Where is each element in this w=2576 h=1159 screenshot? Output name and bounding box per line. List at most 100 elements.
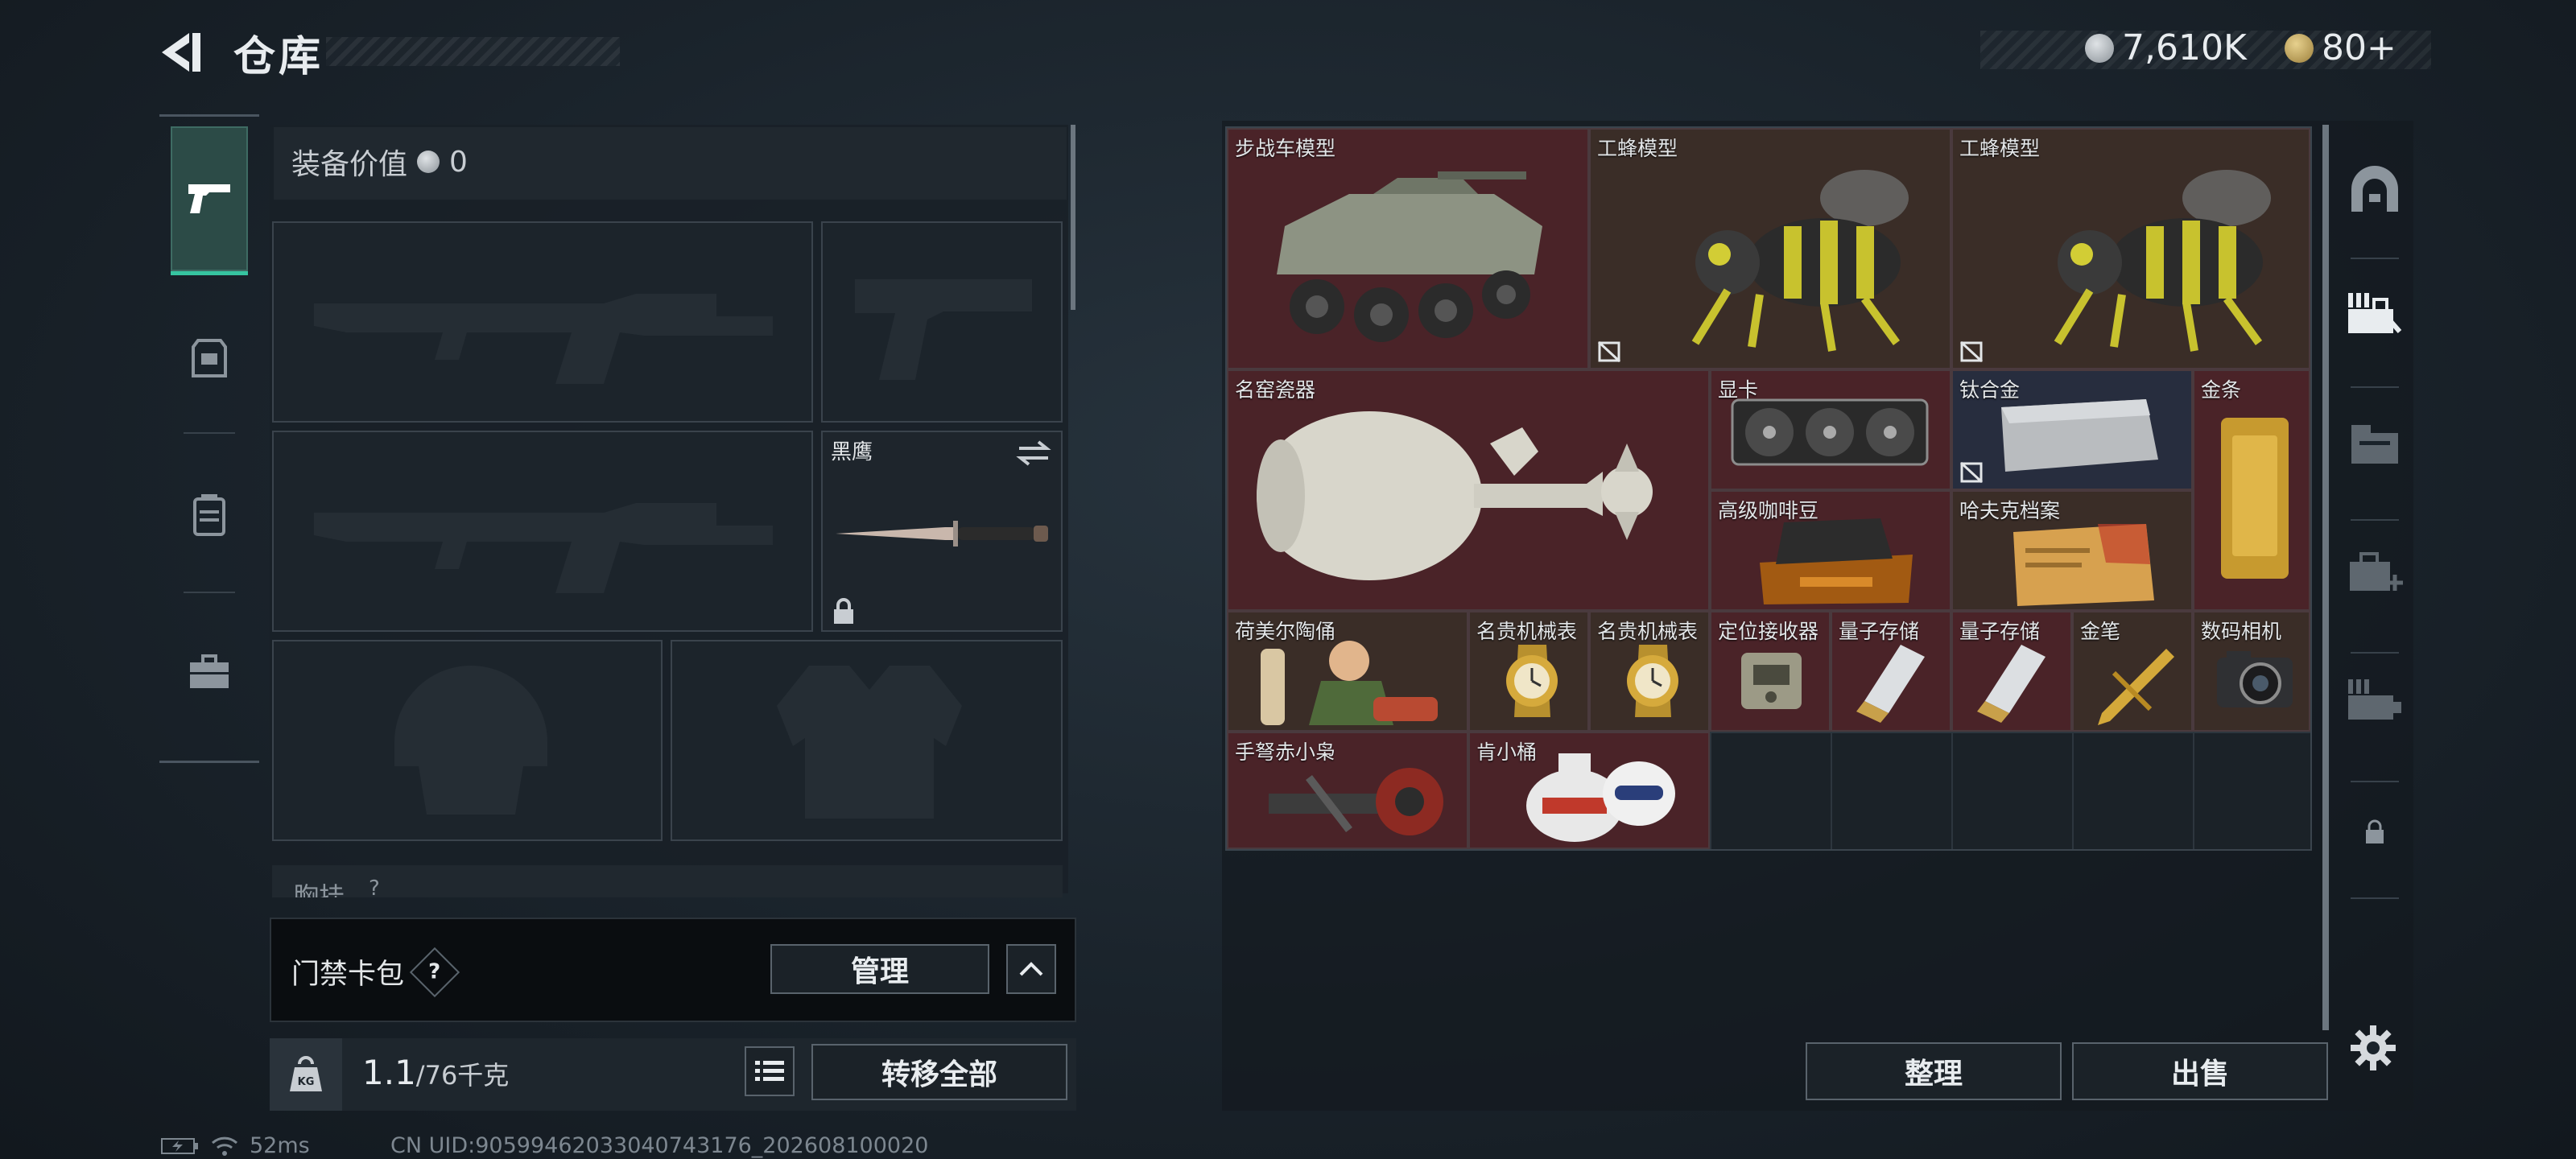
ping-text: 52ms — [250, 1133, 310, 1158]
equipment-value-amount: 0 — [449, 145, 468, 179]
storage-tab-3[interactable] — [2343, 419, 2407, 467]
gps-receiver-image — [1741, 653, 1802, 709]
collapse-button[interactable] — [1006, 944, 1056, 994]
vest-silhouette-icon — [777, 666, 962, 819]
locked-storage-tab[interactable] — [2343, 819, 2407, 845]
silver-amount: 7,610K — [2122, 27, 2247, 68]
bee-drone-model-image — [1691, 170, 1909, 352]
item-name: 金条 — [2201, 378, 2242, 402]
transfer-all-button[interactable]: 转移全部 — [811, 1044, 1067, 1100]
quantum-storage-image — [1977, 645, 2046, 723]
sidearm-slot[interactable] — [821, 221, 1063, 423]
grid-item[interactable]: 手弩赤小枭 — [1227, 732, 1468, 849]
watch-image — [1506, 645, 1558, 717]
gold-currency[interactable]: 80+ — [2285, 27, 2396, 68]
haavk-dossier-image — [2013, 524, 2154, 606]
chest-rig-count: ? — [369, 876, 380, 897]
gold-amount: 80+ — [2322, 27, 2396, 68]
title-decoration — [326, 37, 620, 66]
tab-backpack[interactable] — [171, 443, 248, 588]
manage-button[interactable]: 管理 — [770, 944, 989, 994]
list-icon — [755, 1061, 784, 1081]
grid-item[interactable]: 钛合金 — [1951, 369, 2193, 490]
grid-item[interactable]: 金笔 — [2072, 611, 2193, 732]
titanium-ingot-image — [2001, 399, 2158, 472]
rifle-silhouette-icon — [314, 503, 773, 593]
equipment-scrollbar[interactable] — [1071, 125, 1075, 310]
equipment-tabs — [159, 117, 259, 765]
digital-camera-image — [2217, 651, 2293, 707]
swap-icon[interactable] — [1016, 439, 1051, 468]
primary-weapon-slot[interactable] — [272, 221, 813, 423]
sort-button[interactable]: 整理 — [1806, 1042, 2062, 1100]
grid-item[interactable]: 工蜂模型 — [1951, 128, 2310, 369]
bee-drone-model-image — [2054, 170, 2271, 352]
battery-icon — [161, 1137, 198, 1154]
porcelain-vase-image — [1257, 411, 1653, 580]
grid-item[interactable]: 肯小桶 — [1468, 732, 1710, 849]
grid-item[interactable]: 量子存储 — [1831, 611, 1951, 732]
list-view-button[interactable] — [745, 1046, 795, 1096]
chevron-up-icon — [1019, 962, 1043, 976]
weapon-case-icon — [2348, 293, 2402, 333]
no-trade-icon — [1959, 461, 1984, 484]
helmet-slot[interactable] — [272, 640, 663, 841]
quantum-storage-image — [1856, 645, 1925, 723]
chest-rig-slot[interactable]: 胸挂 ? — [272, 865, 1063, 897]
storage-tab-1[interactable] — [2343, 165, 2407, 213]
grid-item[interactable]: 步战车模型 — [1227, 128, 1589, 369]
grid-item[interactable]: 定位接收器 — [1710, 611, 1831, 732]
gold-coin-icon — [2285, 33, 2314, 63]
grid-item[interactable]: 工蜂模型 — [1589, 128, 1951, 369]
grid-item[interactable]: 哈夫克档案 — [1951, 490, 2193, 611]
tab-weapons[interactable] — [171, 126, 248, 275]
armor-icon — [192, 339, 227, 377]
tab-case[interactable] — [171, 600, 248, 744]
tab-helmet[interactable] — [171, 286, 248, 431]
storage-tab-5[interactable] — [2343, 676, 2407, 724]
storage-tab-2[interactable] — [2343, 290, 2407, 338]
tab-divider-bottom — [159, 761, 259, 763]
help-icon-label: ? — [428, 959, 441, 984]
silver-coin-icon — [417, 151, 440, 173]
item-name: 数码相机 — [2201, 620, 2282, 643]
silver-currency[interactable]: 7,610K — [2085, 27, 2247, 68]
grid-item[interactable]: 量子存储 — [1951, 611, 2072, 732]
help-icon[interactable]: ? — [409, 947, 460, 997]
gear-icon — [2351, 1025, 2396, 1070]
silver-coin-icon — [2085, 33, 2114, 63]
crossbow-image — [1269, 768, 1443, 835]
weight-current: 1.1 — [362, 1053, 416, 1092]
graphics-card-image — [1731, 398, 1929, 466]
weight-icon-box: KG — [270, 1038, 342, 1111]
grid-item[interactable]: 显卡 — [1710, 369, 1951, 490]
no-trade-icon — [1597, 340, 1621, 363]
wifi-icon — [211, 1136, 238, 1156]
grid-item[interactable]: 荷美尔陶俑 — [1227, 611, 1468, 732]
folder-case-icon — [2351, 425, 2398, 464]
knife-name: 黑鹰 — [831, 440, 873, 464]
grid-item[interactable]: 名贵机械表 — [1468, 611, 1589, 732]
rifle-silhouette-icon — [314, 294, 773, 384]
grid-item[interactable]: 数码相机 — [2193, 611, 2310, 732]
grid-item[interactable]: 名贵机械表 — [1589, 611, 1710, 732]
equipment-value: 装备价值 0 — [291, 141, 468, 183]
armor-slot[interactable] — [671, 640, 1063, 841]
page-title: 仓库 — [233, 33, 324, 81]
watch-image — [1627, 645, 1678, 717]
sell-button[interactable]: 出售 — [2072, 1042, 2328, 1100]
grid-item[interactable]: 高级咖啡豆 — [1710, 490, 1951, 611]
grid-item[interactable]: 名窑瓷器 — [1227, 369, 1710, 611]
settings-button[interactable] — [2349, 1024, 2397, 1072]
status-bar: 52ms — [161, 1133, 310, 1158]
back-arrow-icon — [162, 33, 200, 72]
gold-bar-image — [2221, 418, 2289, 579]
melee-slot[interactable]: 黑鹰 — [821, 431, 1063, 632]
back-button[interactable] — [157, 28, 205, 76]
bucket-mascot-image — [1526, 753, 1675, 842]
shelter-icon — [2351, 166, 2398, 212]
storage-tab-4[interactable] — [2343, 547, 2407, 596]
warehouse-scrollbar[interactable] — [2322, 125, 2329, 1030]
secondary-weapon-slot[interactable] — [272, 431, 813, 632]
grid-item[interactable]: 金条 — [2193, 369, 2310, 611]
